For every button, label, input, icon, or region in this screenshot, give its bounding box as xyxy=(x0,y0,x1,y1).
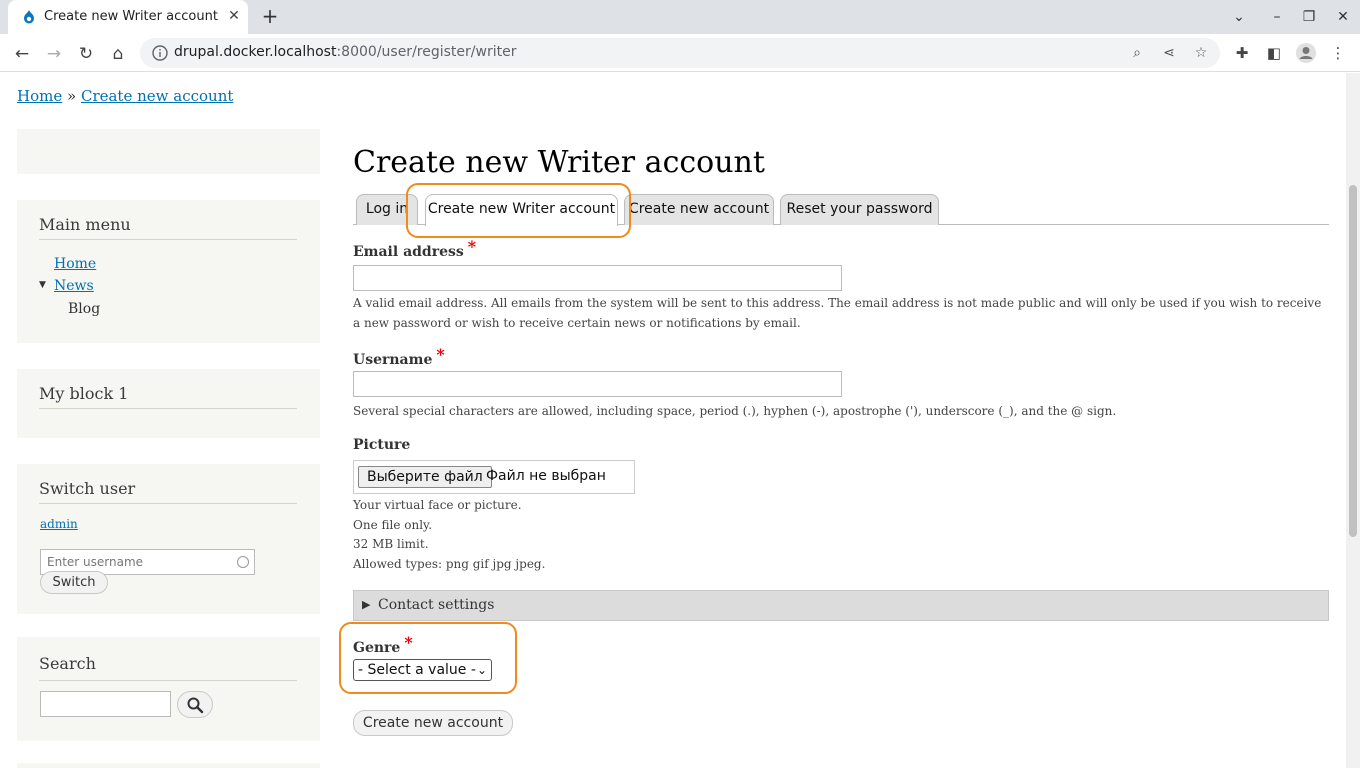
create-account-button[interactable]: Create new account xyxy=(353,710,513,736)
page-title: Create new Writer account xyxy=(353,145,765,180)
page-content: Home » Create new account Main menu Home… xyxy=(0,73,1346,768)
reload-icon[interactable]: ↻ xyxy=(72,40,100,68)
tab-search-chevron-icon[interactable]: ⌄ xyxy=(1227,6,1251,28)
genre-required-mark: * xyxy=(404,633,413,652)
picture-desc-2: One file only. xyxy=(353,518,433,532)
username-description: Several special characters are allowed, … xyxy=(353,404,1117,418)
breadcrumb-home-link[interactable]: Home xyxy=(17,87,62,105)
tab-create-new-account[interactable]: Create new account xyxy=(624,194,774,225)
forward-icon[interactable]: → xyxy=(40,40,68,68)
switch-user-divider xyxy=(39,503,297,504)
my-block-divider xyxy=(39,408,297,409)
sidebar-next-block xyxy=(17,763,320,768)
username-label: Username * xyxy=(353,345,445,368)
expanded-triangle-icon: ▼ xyxy=(39,280,46,290)
extensions-icon[interactable]: ✚ xyxy=(1229,40,1255,66)
new-tab-icon[interactable]: + xyxy=(258,5,282,29)
drupal-favicon-icon xyxy=(24,10,34,24)
search-button[interactable] xyxy=(177,691,213,718)
genre-highlight-annotation xyxy=(339,622,517,694)
username-field[interactable] xyxy=(353,371,842,397)
bookmark-star-icon[interactable]: ☆ xyxy=(1190,42,1212,64)
my-block-title: My block 1 xyxy=(39,384,129,403)
picture-file-input[interactable]: Выберите файл Файл не выбран xyxy=(353,460,635,494)
breadcrumb-current-link[interactable]: Create new account xyxy=(81,87,233,105)
browser-tab[interactable]: Create new Writer account | f ✕ xyxy=(8,0,248,34)
scrollbar-thumb[interactable] xyxy=(1349,185,1357,537)
file-status: Файл не выбран xyxy=(486,468,606,484)
breadcrumb: Home » Create new account xyxy=(17,87,233,105)
autocomplete-throbber-icon xyxy=(237,556,249,568)
main-menu-divider xyxy=(39,239,297,240)
chevron-down-icon: ⌄ xyxy=(476,663,487,677)
window-close-icon[interactable]: ✕ xyxy=(1331,6,1355,28)
share-icon[interactable]: ⋖ xyxy=(1158,42,1180,64)
email-required-mark: * xyxy=(467,237,477,256)
main-menu-block: Main menu Home ▼ News Blog xyxy=(17,200,320,343)
menu-item-home[interactable]: Home xyxy=(54,256,96,272)
sidebar-empty-block xyxy=(17,129,320,174)
search-divider xyxy=(39,680,297,681)
email-description: A valid email address. All emails from t… xyxy=(353,296,1322,330)
minimize-icon[interactable]: – xyxy=(1265,6,1289,28)
email-label: Email address * xyxy=(353,237,477,260)
tab-log-in[interactable]: Log in xyxy=(356,194,418,225)
search-input[interactable] xyxy=(40,691,171,717)
tab-reset-password[interactable]: Reset your password xyxy=(780,194,939,225)
breadcrumb-separator: » xyxy=(67,87,77,105)
disclosure-triangle-icon: ▶ xyxy=(362,598,371,611)
genre-select[interactable]: - Select a value - ⌄ xyxy=(353,659,492,681)
contact-settings-label: Contact settings xyxy=(378,597,495,613)
picture-desc-1: Your virtual face or picture. xyxy=(353,498,522,512)
genre-label: Genre * xyxy=(353,633,413,656)
back-icon[interactable]: ← xyxy=(8,40,36,68)
browser-tabstrip: Create new Writer account | f ✕ + ⌄ – ❐ … xyxy=(0,0,1360,34)
main-menu-title: Main menu xyxy=(39,215,131,234)
search-title: Search xyxy=(39,654,96,673)
switch-button[interactable]: Switch xyxy=(40,571,108,594)
username-required-mark: * xyxy=(436,345,445,364)
site-info-icon[interactable] xyxy=(152,45,168,61)
switch-user-block: Switch user admin Enter username Switch xyxy=(17,464,320,614)
address-bar[interactable]: drupal.docker.localhost:8000/user/regist… xyxy=(140,38,1220,68)
zoom-icon[interactable]: ⌕ xyxy=(1126,42,1148,64)
profile-avatar-icon[interactable] xyxy=(1293,40,1319,66)
switch-user-admin-link[interactable]: admin xyxy=(40,517,78,531)
page-scrollbar[interactable] xyxy=(1346,73,1360,768)
email-field[interactable] xyxy=(353,265,842,291)
contact-settings-details[interactable]: ▶ Contact settings xyxy=(353,590,1329,621)
picture-desc-4: Allowed types: png gif jpg jpeg. xyxy=(353,557,546,571)
search-icon xyxy=(187,697,204,714)
menu-item-blog[interactable]: Blog xyxy=(68,301,100,317)
menu-item-news[interactable]: News xyxy=(54,278,94,294)
switch-user-title: Switch user xyxy=(39,479,136,498)
genre-selected-value: - Select a value - xyxy=(358,662,476,678)
search-block: Search xyxy=(17,637,320,741)
tab-create-writer-account[interactable]: Create new Writer account xyxy=(425,194,618,226)
browser-tab-title: Create new Writer account | f xyxy=(44,9,222,24)
url-text: drupal.docker.localhost:8000/user/regist… xyxy=(174,44,517,60)
tab-close-icon[interactable]: ✕ xyxy=(226,8,242,24)
switch-user-placeholder: Enter username xyxy=(47,555,144,569)
restore-icon[interactable]: ❐ xyxy=(1297,6,1321,28)
my-block-1: My block 1 xyxy=(17,369,320,438)
browser-menu-icon[interactable]: ⋮ xyxy=(1325,40,1351,66)
browser-toolbar: ← → ↻ ⌂ drupal.docker.localhost:8000/use… xyxy=(0,34,1360,72)
choose-file-button[interactable]: Выберите файл xyxy=(358,466,492,488)
home-icon[interactable]: ⌂ xyxy=(104,40,132,68)
picture-label: Picture xyxy=(353,437,411,453)
side-panel-icon[interactable]: ◧ xyxy=(1261,40,1287,66)
picture-desc-3: 32 MB limit. xyxy=(353,537,429,551)
